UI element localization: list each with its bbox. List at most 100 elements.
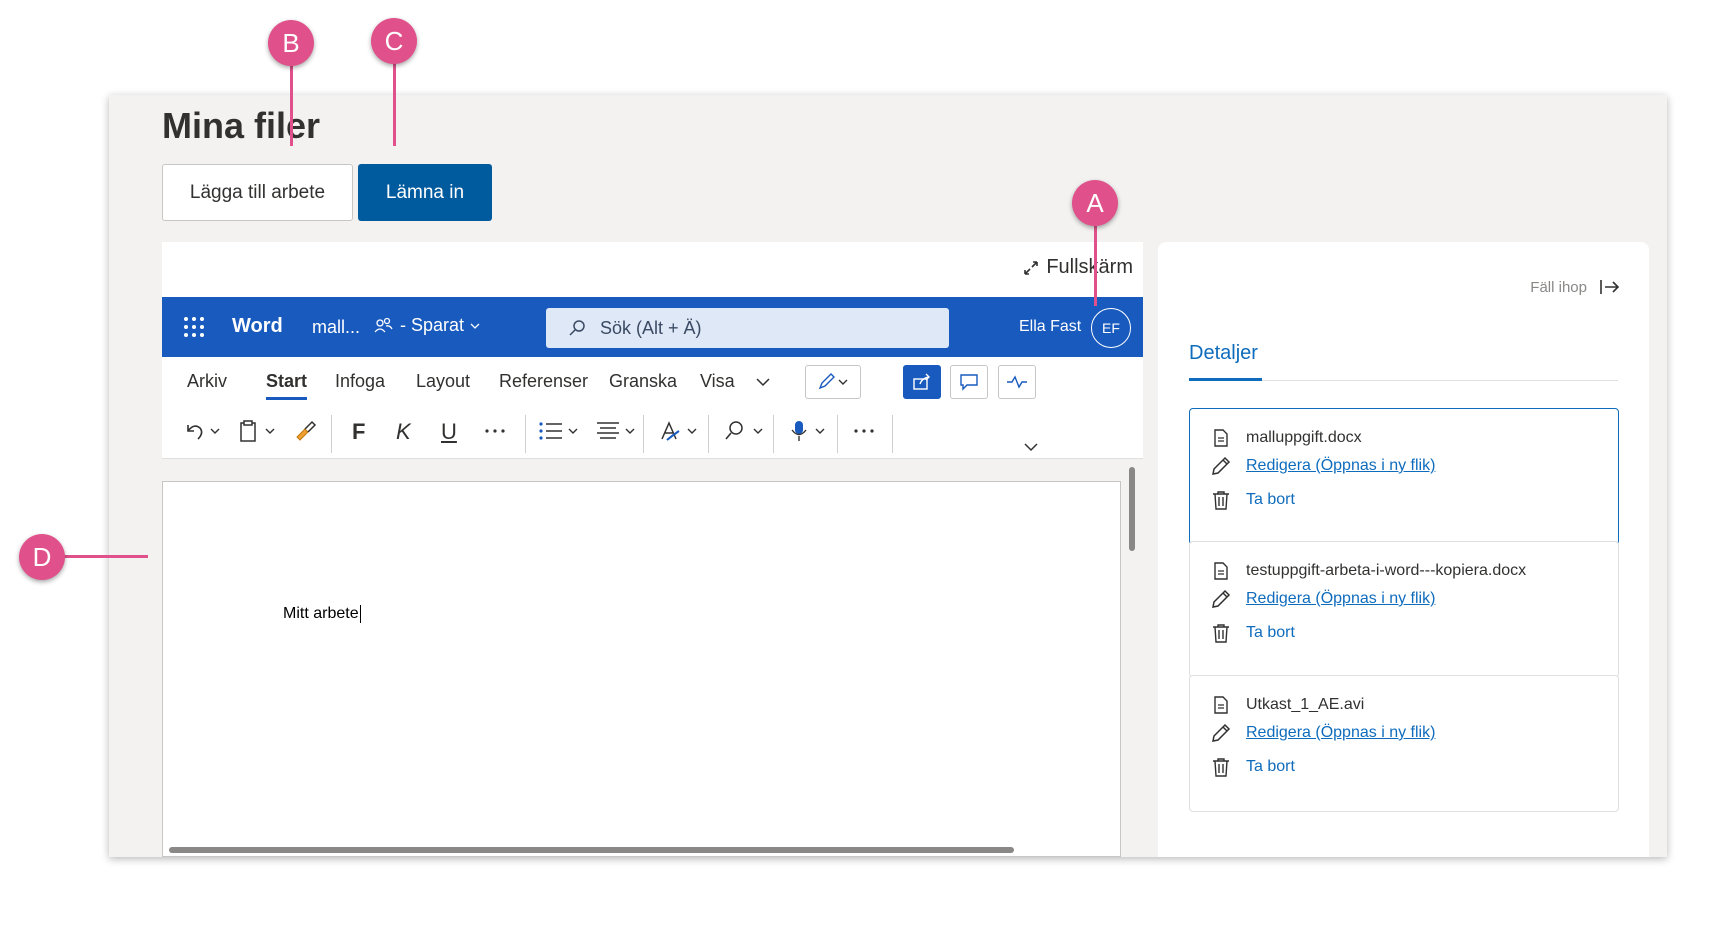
word-header: Word mall... - Sparat Sök (Alt + Ä) Ella…	[162, 297, 1143, 357]
tab-start[interactable]: Start	[266, 371, 308, 400]
expand-icon	[1024, 260, 1039, 275]
tab-granska[interactable]: Granska	[609, 371, 677, 392]
file-card[interactable]: testuppgift-arbeta-i-word---kopiera.docx…	[1189, 541, 1619, 678]
callout-c: C	[371, 18, 417, 64]
activity-icon	[1007, 375, 1027, 389]
file-name-row: testuppgift-arbeta-i-word---kopiera.docx	[1210, 562, 1526, 580]
editing-mode-button[interactable]	[805, 365, 861, 399]
collapse-button[interactable]: Fäll ihop	[1530, 278, 1621, 296]
edit-link[interactable]: Redigera (Öppnas i ny flik)	[1246, 590, 1435, 608]
avatar[interactable]: EF	[1091, 308, 1131, 348]
bullets-icon	[539, 422, 578, 440]
details-panel: Fäll ihop Detaljer malluppgift.docx Redi…	[1158, 242, 1649, 857]
submit-button[interactable]: Lämna in	[358, 164, 492, 221]
more-font-options-button[interactable]	[483, 419, 507, 443]
delete-link[interactable]: Ta bort	[1246, 624, 1295, 642]
callout-b: B	[268, 20, 314, 66]
trash-icon	[1210, 623, 1232, 643]
format-painter-icon	[296, 420, 317, 441]
saved-label: - Sparat	[400, 315, 465, 335]
pencil-icon	[1210, 589, 1232, 609]
tab-details[interactable]: Detaljer	[1189, 342, 1258, 365]
toolbar-separator	[331, 415, 332, 453]
file-edit-row: Redigera (Öppnas i ny flik)	[1210, 723, 1435, 743]
delete-link[interactable]: Ta bort	[1246, 758, 1295, 776]
formatting-toolbar: F K U	[162, 407, 1143, 459]
search-icon	[569, 320, 585, 336]
app-launcher-icon[interactable]	[184, 317, 204, 337]
file-delete-row: Ta bort	[1210, 757, 1295, 777]
more-icon	[485, 429, 505, 433]
fullscreen-label: Fullskärm	[1046, 256, 1133, 278]
align-button[interactable]	[595, 419, 639, 443]
tab-arkiv[interactable]: Arkiv	[187, 371, 227, 392]
callout-c-line	[393, 64, 396, 146]
toolbar-separator	[708, 415, 709, 453]
document-page[interactable]: Mitt arbete	[162, 481, 1121, 857]
saved-status[interactable]: - Sparat	[374, 315, 480, 336]
undo-button[interactable]	[184, 419, 222, 443]
file-name-row: Utkast_1_AE.avi	[1210, 696, 1364, 714]
styles-button[interactable]	[659, 419, 701, 443]
document-name[interactable]: mall...	[312, 317, 360, 338]
collapse-arrow-icon	[1600, 280, 1620, 294]
tab-infoga[interactable]: Infoga	[335, 371, 385, 392]
callout-a-line	[1094, 226, 1097, 306]
search-input[interactable]: Sök (Alt + Ä)	[546, 308, 949, 348]
search-placeholder: Sök (Alt + Ä)	[600, 317, 702, 338]
document-body[interactable]: Mitt arbete	[283, 605, 361, 623]
toolbar-separator	[643, 415, 644, 453]
find-button[interactable]	[723, 419, 767, 443]
clipboard-icon	[240, 420, 275, 442]
callout-a: A	[1072, 180, 1118, 226]
callout-b-line	[290, 66, 293, 146]
search-icon	[725, 421, 763, 440]
file-name: Utkast_1_AE.avi	[1246, 696, 1365, 713]
document-icon	[1210, 696, 1232, 714]
add-work-button[interactable]: Lägga till arbete	[162, 164, 353, 221]
vertical-scrollbar[interactable]	[1129, 467, 1135, 551]
file-edit-row: Redigera (Öppnas i ny flik)	[1210, 456, 1435, 476]
file-edit-row: Redigera (Öppnas i ny flik)	[1210, 589, 1435, 609]
microphone-icon	[791, 421, 825, 441]
more-icon	[854, 429, 874, 433]
underline-button[interactable]: U	[441, 419, 457, 445]
fullscreen-button[interactable]: Fullskärm	[1024, 256, 1133, 279]
italic-button[interactable]: K	[396, 419, 411, 445]
trash-icon	[1210, 757, 1232, 777]
edit-link[interactable]: Redigera (Öppnas i ny flik)	[1246, 457, 1435, 475]
expand-ribbon-chevron-icon[interactable]	[1024, 442, 1038, 452]
bold-button[interactable]: F	[352, 419, 365, 445]
file-card[interactable]: Utkast_1_AE.avi Redigera (Öppnas i ny fl…	[1189, 675, 1619, 812]
word-editor: Fullskärm Word mall... - Sparat Sök (Alt…	[162, 242, 1143, 857]
toolbar-separator	[837, 415, 838, 453]
document-icon	[1210, 562, 1232, 580]
edit-link[interactable]: Redigera (Öppnas i ny flik)	[1246, 724, 1435, 742]
bullets-button[interactable]	[538, 419, 582, 443]
tab-visa[interactable]: Visa	[700, 371, 735, 392]
delete-link[interactable]: Ta bort	[1246, 491, 1295, 509]
more-tabs-chevron-icon[interactable]	[756, 377, 770, 387]
pencil-icon	[1210, 723, 1232, 743]
my-files-card: Mina filer Lägga till arbete Lämna in Fu…	[109, 95, 1667, 857]
dictate-button[interactable]	[789, 419, 829, 443]
file-delete-row: Ta bort	[1210, 623, 1295, 643]
undo-icon	[187, 425, 220, 440]
horizontal-scrollbar[interactable]	[169, 847, 1014, 853]
activity-button[interactable]	[998, 365, 1036, 399]
stage: B C A D Mina filer Lägga till arbete Läm…	[0, 0, 1728, 941]
tab-layout[interactable]: Layout	[416, 371, 470, 392]
ribbon-tabs: Arkiv Start Infoga Layout Referenser Gra…	[162, 357, 1143, 407]
share-button[interactable]	[903, 365, 941, 399]
document-text: Mitt arbete	[283, 605, 359, 623]
chevron-down-icon	[470, 323, 480, 329]
file-card[interactable]: malluppgift.docx Redigera (Öppnas i ny f…	[1189, 408, 1619, 545]
paste-button[interactable]	[238, 419, 278, 443]
comments-button[interactable]	[950, 365, 988, 399]
format-painter-button[interactable]	[293, 419, 317, 443]
tab-referenser[interactable]: Referenser	[499, 371, 588, 392]
user-name: Ella Fast	[1019, 318, 1082, 335]
people-icon	[374, 317, 393, 332]
file-name-row: malluppgift.docx	[1210, 429, 1362, 447]
more-options-button[interactable]	[852, 419, 876, 443]
